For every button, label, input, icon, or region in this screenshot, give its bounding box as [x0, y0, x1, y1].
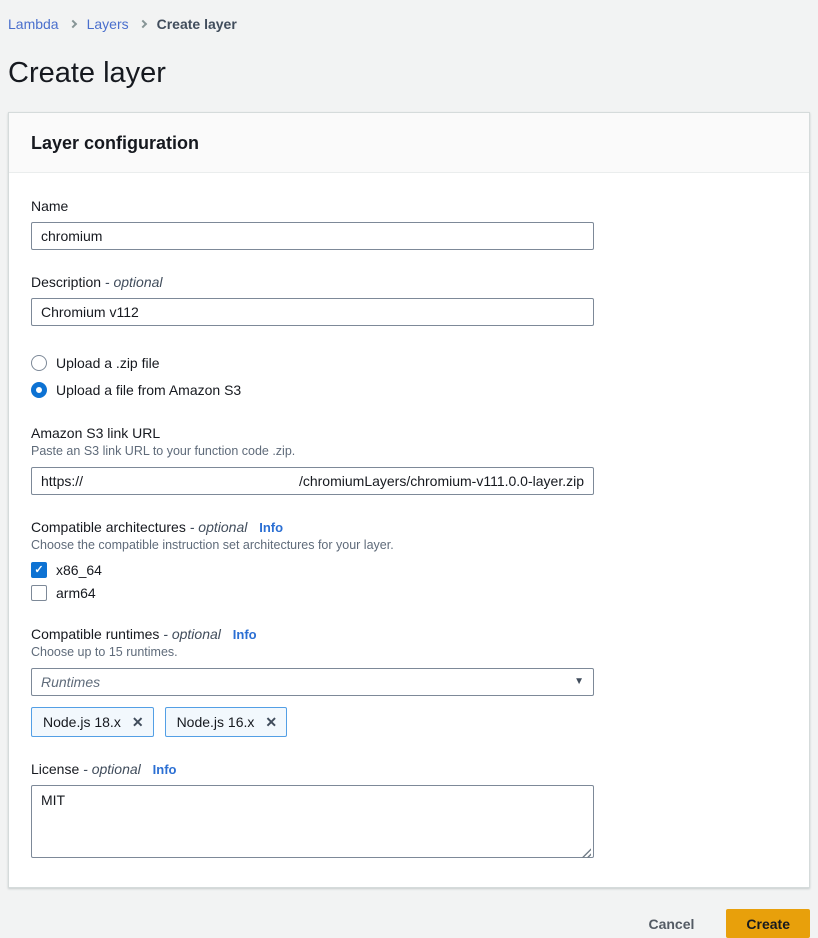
radio-selected-icon: [31, 382, 47, 398]
dismiss-icon[interactable]: ✕: [265, 715, 277, 729]
runtime-token-nodejs-18: Node.js 18.x ✕: [31, 707, 154, 737]
description-label-text: Description: [31, 274, 101, 290]
check-icon: ✓: [34, 565, 43, 576]
architectures-label: Compatible architectures - optional Info: [31, 519, 787, 536]
name-label: Name: [31, 198, 787, 215]
s3-url-field-group: Amazon S3 link URL Paste an S3 link URL …: [31, 425, 787, 495]
checkbox-x86-64-label: x86_64: [56, 561, 102, 579]
license-textarea[interactable]: MIT: [31, 785, 594, 858]
s3-url-help-text: Paste an S3 link URL to your function co…: [31, 444, 787, 459]
page-title: Create layer: [8, 56, 810, 90]
architectures-help-text: Choose the compatible instruction set ar…: [31, 538, 787, 553]
runtimes-label-text: Compatible runtimes: [31, 626, 159, 642]
s3-url-input[interactable]: https:// /chromiumLayers/chromium-v111.0…: [31, 467, 594, 495]
architectures-checkbox-group: ✓ x86_64 arm64: [31, 561, 787, 602]
runtimes-field-group: Compatible runtimes - optional Info Choo…: [31, 626, 787, 737]
s3-url-suffix: /chromiumLayers/chromium-v111.0.0-layer.…: [299, 473, 584, 489]
runtimes-info-link[interactable]: Info: [233, 627, 257, 642]
name-field-group: Name: [31, 198, 787, 250]
description-label: Description - optional: [31, 274, 787, 291]
breadcrumb-current: Create layer: [157, 15, 237, 33]
radio-upload-zip[interactable]: Upload a .zip file: [31, 354, 787, 372]
s3-url-prefix: https://: [41, 473, 83, 489]
radio-upload-s3-label: Upload a file from Amazon S3: [56, 381, 241, 399]
breadcrumb: Lambda Layers Create layer: [8, 0, 810, 33]
checkbox-unchecked-icon: [31, 585, 47, 601]
chevron-right-icon: [68, 20, 76, 28]
architectures-optional-text: - optional: [190, 519, 248, 535]
cancel-button[interactable]: Cancel: [644, 910, 698, 938]
description-optional-text: - optional: [105, 274, 163, 290]
architectures-label-text: Compatible architectures: [31, 519, 186, 535]
radio-unselected-icon: [31, 355, 47, 371]
upload-source-radio-group: Upload a .zip file Upload a file from Am…: [31, 354, 787, 399]
runtimes-label: Compatible runtimes - optional Info: [31, 626, 787, 643]
license-field-group: License - optional Info MIT: [31, 761, 787, 863]
breadcrumb-link-layers[interactable]: Layers: [87, 15, 129, 33]
runtime-token-nodejs-16: Node.js 16.x ✕: [165, 707, 288, 737]
license-optional-text: - optional: [83, 761, 141, 777]
panel-body: Name Description - optional Upload a .zi…: [9, 173, 809, 887]
radio-upload-zip-label: Upload a .zip file: [56, 354, 160, 372]
description-input[interactable]: [31, 298, 594, 326]
description-field-group: Description - optional: [31, 274, 787, 326]
caret-down-icon: ▼: [574, 677, 584, 687]
license-label: License - optional Info: [31, 761, 787, 778]
dismiss-icon[interactable]: ✕: [132, 715, 144, 729]
create-layer-page: Lambda Layers Create layer Create layer …: [0, 0, 818, 938]
layer-configuration-panel: Layer configuration Name Description - o…: [8, 112, 810, 888]
create-button[interactable]: Create: [726, 909, 810, 938]
architectures-info-link[interactable]: Info: [259, 520, 283, 535]
architectures-field-group: Compatible architectures - optional Info…: [31, 519, 787, 602]
checkbox-x86-64[interactable]: ✓ x86_64: [31, 561, 787, 579]
panel-header: Layer configuration: [9, 113, 809, 173]
license-textarea-wrap: MIT: [31, 785, 594, 863]
runtime-token-label: Node.js 18.x: [43, 714, 121, 730]
license-label-text: License: [31, 761, 79, 777]
license-info-link[interactable]: Info: [153, 762, 177, 777]
checkbox-checked-icon: ✓: [31, 562, 47, 578]
panel-title: Layer configuration: [31, 131, 787, 155]
breadcrumb-link-lambda[interactable]: Lambda: [8, 15, 59, 33]
checkbox-arm64-label: arm64: [56, 584, 96, 602]
runtimes-optional-text: - optional: [163, 626, 221, 642]
radio-upload-s3[interactable]: Upload a file from Amazon S3: [31, 381, 787, 399]
name-input[interactable]: [31, 222, 594, 250]
checkbox-arm64[interactable]: arm64: [31, 584, 787, 602]
runtimes-help-text: Choose up to 15 runtimes.: [31, 645, 787, 660]
s3-url-label: Amazon S3 link URL: [31, 425, 787, 442]
footer-actions: Cancel Create: [8, 909, 810, 938]
runtimes-select-placeholder: Runtimes: [41, 674, 100, 690]
runtimes-select[interactable]: Runtimes ▼: [31, 668, 594, 696]
chevron-right-icon: [138, 20, 146, 28]
runtime-token-label: Node.js 16.x: [177, 714, 255, 730]
runtime-token-list: Node.js 18.x ✕ Node.js 16.x ✕: [31, 707, 787, 737]
